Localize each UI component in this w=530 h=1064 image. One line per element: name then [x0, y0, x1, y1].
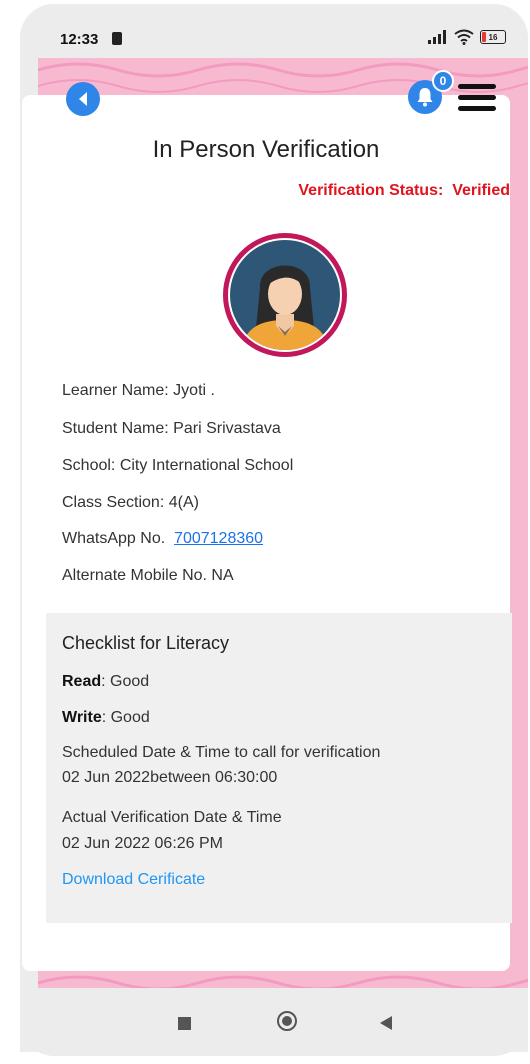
read-row: Read: Good — [62, 673, 149, 691]
whatsapp-row: WhatsApp No. 7007128360 — [62, 530, 263, 548]
whatsapp-label: WhatsApp No. — [62, 530, 166, 547]
battery-level: 16 — [488, 32, 498, 42]
status-bar: 12:33 16 — [20, 4, 528, 58]
verification-status-label: Verification Status: — [298, 182, 444, 199]
verification-status: Verification Status: Verified — [298, 182, 510, 200]
menu-button[interactable] — [458, 84, 498, 114]
write-label: Write — [62, 709, 102, 726]
wifi-icon — [454, 29, 474, 45]
back-nav-icon[interactable] — [380, 1016, 392, 1030]
class-section: Class Section: 4(A) — [62, 494, 199, 511]
whatsapp-number-link[interactable]: 7007128360 — [174, 530, 263, 547]
scheduled-value: 02 Jun 2022between 06:30:00 — [62, 769, 278, 786]
checklist-title: Checklist for Literacy — [62, 633, 230, 653]
bell-icon — [417, 88, 433, 107]
avatar-female-icon — [230, 240, 340, 350]
hamburger-icon-line — [458, 106, 496, 111]
write-row: Write: Good — [62, 709, 150, 727]
read-value: : Good — [101, 673, 150, 690]
actual-value: 02 Jun 2022 06:26 PM — [62, 835, 224, 852]
actual-label: Actual Verification Date & Time — [62, 809, 282, 826]
scheduled-label: Scheduled Date & Time to call for verifi… — [62, 744, 381, 761]
alternate-mobile: Alternate Mobile No. NA — [62, 567, 234, 584]
learner-name: Learner Name: Jyoti . — [62, 382, 215, 399]
home-icon[interactable] — [277, 1011, 297, 1031]
download-certificate-link[interactable]: Download Cerificate — [62, 871, 205, 889]
checklist-section: Checklist for Literacy Read: Good Write:… — [46, 613, 512, 923]
read-label: Read — [62, 673, 102, 690]
page-title: In Person Verification — [152, 136, 380, 163]
school-name: School: City International School — [62, 457, 294, 474]
back-button[interactable] — [66, 82, 100, 116]
battery-icon: 16 — [480, 30, 506, 44]
back-arrow-icon — [79, 92, 87, 106]
verification-status-value: Verified — [452, 182, 510, 199]
hamburger-icon-line — [458, 84, 496, 89]
recent-apps-icon[interactable] — [178, 1017, 191, 1030]
notification-badge: 0 — [432, 70, 454, 92]
student-name: Student Name: Pari Srivastava — [62, 420, 281, 437]
battery-saver-icon — [112, 32, 122, 45]
status-time: 12:33 — [60, 31, 99, 48]
write-value: : Good — [101, 709, 150, 726]
hamburger-icon-line — [458, 95, 496, 100]
system-nav-bar — [20, 988, 528, 1052]
signal-icon — [428, 30, 446, 44]
avatar — [223, 233, 347, 357]
